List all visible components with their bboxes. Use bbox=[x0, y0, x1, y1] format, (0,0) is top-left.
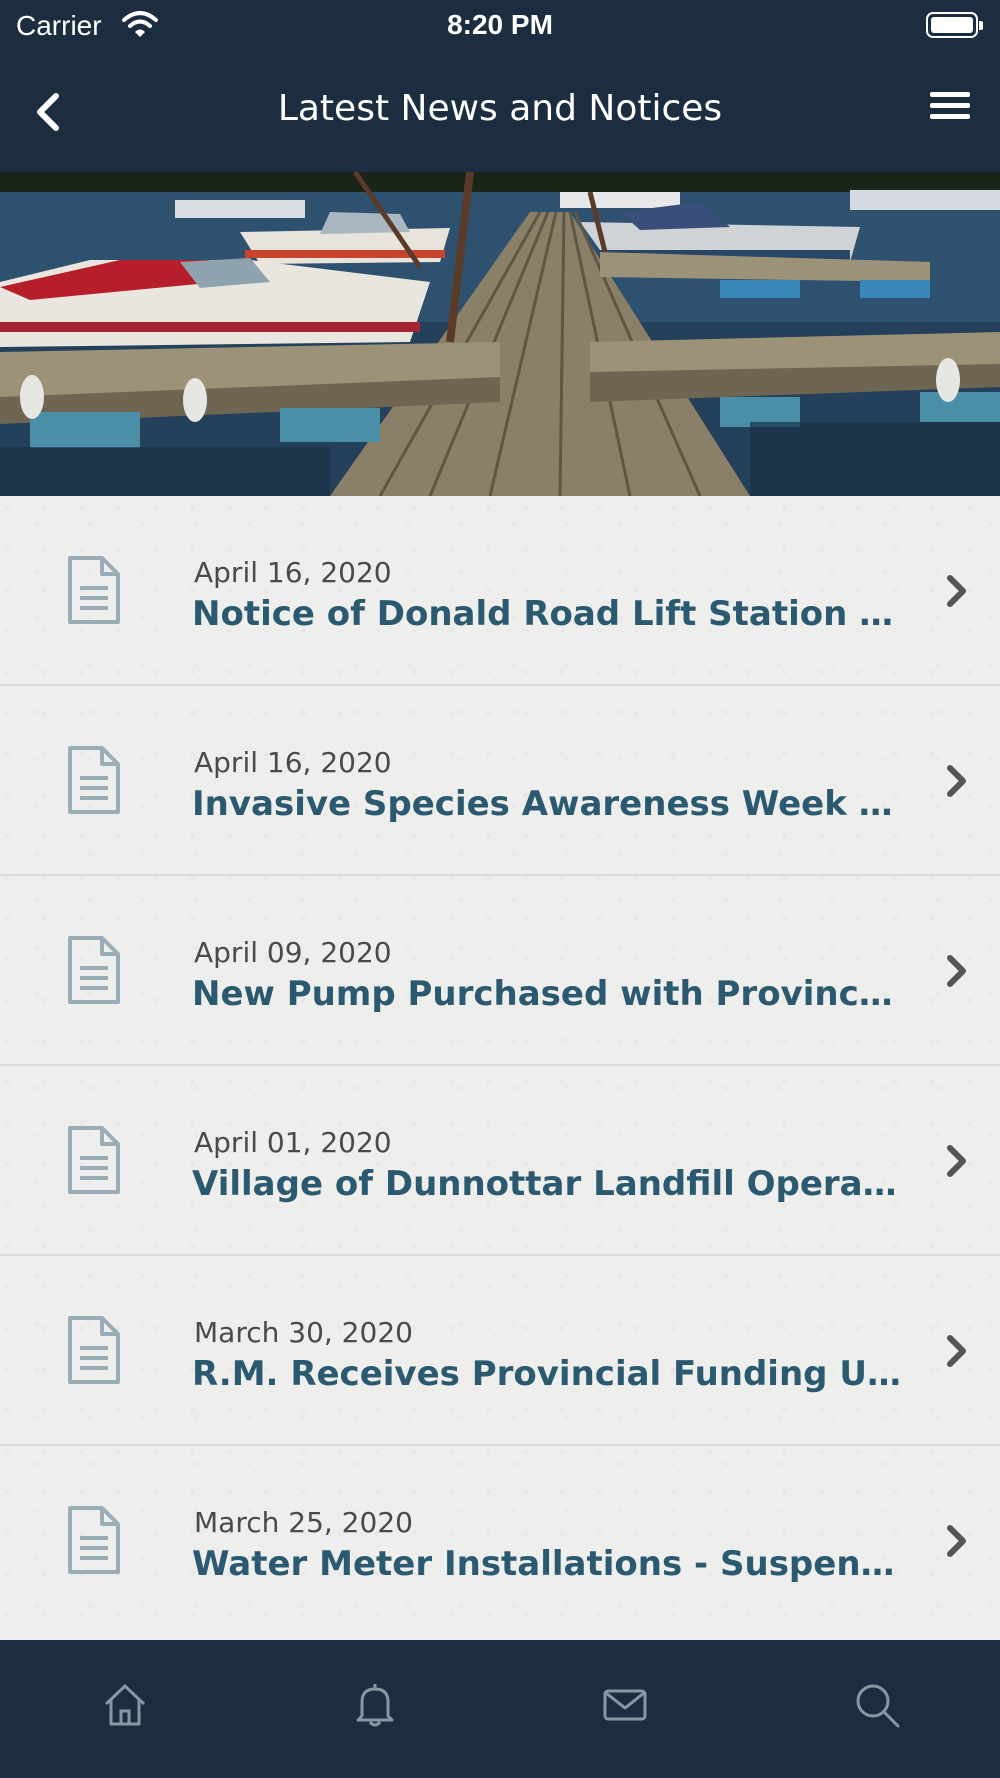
news-title: New Pump Purchased with Provincial ... bbox=[192, 974, 904, 1014]
news-date: March 25, 2020 bbox=[194, 1506, 413, 1539]
news-list: April 16, 2020 Notice of Donald Road Lif… bbox=[0, 496, 1000, 1640]
news-title: Invasive Species Awareness Week in M... bbox=[192, 784, 904, 824]
document-icon bbox=[68, 1316, 120, 1384]
news-date: April 09, 2020 bbox=[194, 936, 392, 969]
news-item[interactable]: April 01, 2020 Village of Dunnottar Land… bbox=[0, 1066, 1000, 1256]
hero-image bbox=[0, 172, 1000, 496]
news-date: April 16, 2020 bbox=[194, 556, 392, 589]
document-icon bbox=[68, 936, 120, 1004]
chevron-right-icon bbox=[947, 765, 966, 797]
mail-icon[interactable] bbox=[600, 1680, 650, 1730]
news-title: Water Meter Installations - Suspension..… bbox=[192, 1544, 904, 1584]
tab-bar bbox=[0, 1640, 1000, 1778]
news-screen: Carrier 8:20 PM Latest News and Notices bbox=[0, 0, 1000, 1778]
battery-icon bbox=[926, 12, 983, 38]
news-item[interactable]: March 25, 2020 Water Meter Installations… bbox=[0, 1446, 1000, 1636]
menu-button[interactable] bbox=[930, 92, 970, 132]
chevron-right-icon bbox=[947, 1145, 966, 1177]
news-date: March 30, 2020 bbox=[194, 1316, 413, 1349]
news-date: April 16, 2020 bbox=[194, 746, 392, 779]
chevron-right-icon bbox=[947, 575, 966, 607]
document-icon bbox=[68, 746, 120, 814]
news-date: April 01, 2020 bbox=[194, 1126, 392, 1159]
document-icon bbox=[68, 1126, 120, 1194]
news-item[interactable]: April 16, 2020 Invasive Species Awarenes… bbox=[0, 686, 1000, 876]
news-item[interactable]: April 09, 2020 New Pump Purchased with P… bbox=[0, 876, 1000, 1066]
search-icon[interactable] bbox=[852, 1680, 902, 1730]
chevron-right-icon bbox=[947, 1335, 966, 1367]
clock: 8:20 PM bbox=[447, 9, 553, 40]
document-icon bbox=[68, 1506, 120, 1574]
chevron-right-icon bbox=[947, 1525, 966, 1557]
home-icon[interactable] bbox=[100, 1680, 150, 1730]
news-item[interactable]: March 30, 2020 R.M. Receives Provincial … bbox=[0, 1256, 1000, 1446]
news-title: Village of Dunnottar Landfill Operation.… bbox=[192, 1164, 904, 1204]
chevron-right-icon bbox=[947, 955, 966, 987]
status-bar: Carrier 8:20 PM bbox=[0, 0, 1000, 52]
bell-icon[interactable] bbox=[350, 1680, 400, 1730]
hamburger-menu-icon bbox=[930, 92, 970, 97]
navigation-bar: Latest News and Notices bbox=[0, 52, 1000, 172]
news-title: Notice of Donald Road Lift Station and .… bbox=[192, 594, 904, 634]
page-title: Latest News and Notices bbox=[277, 88, 723, 129]
news-item[interactable]: April 16, 2020 Notice of Donald Road Lif… bbox=[0, 496, 1000, 686]
news-title: R.M. Receives Provincial Funding Unde... bbox=[192, 1354, 904, 1394]
document-icon bbox=[68, 556, 120, 624]
